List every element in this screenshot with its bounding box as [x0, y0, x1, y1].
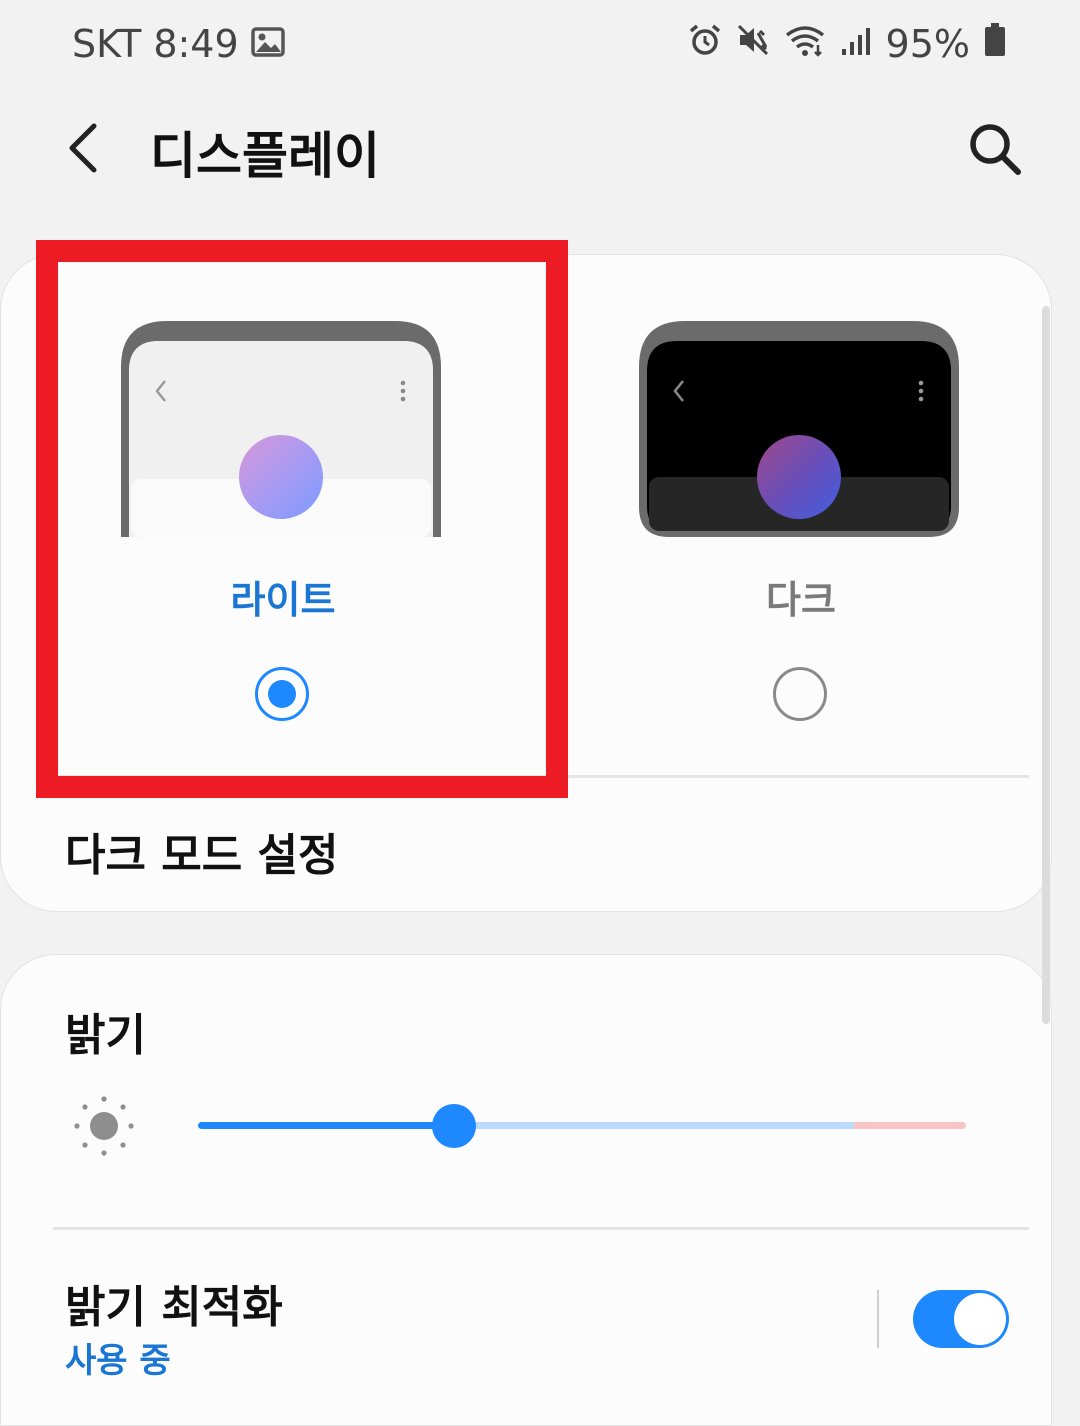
- clock: 8:49: [153, 22, 239, 66]
- brightness-slider-thumb[interactable]: [432, 1104, 476, 1148]
- dark-mode-label: 다크: [766, 578, 836, 622]
- brightness-sun-icon: [74, 1096, 134, 1156]
- page-title: 디스플레이: [150, 127, 380, 185]
- dark-mode-radio[interactable]: [773, 667, 827, 721]
- image-icon: [250, 22, 285, 66]
- wifi-icon: [784, 22, 826, 66]
- dark-mode-option[interactable]: 다크: [541, 255, 1061, 775]
- battery-icon: [984, 22, 1006, 66]
- carrier-label: SKT: [72, 22, 142, 66]
- status-bar: SKT 8:49 95%: [0, 0, 1080, 92]
- adaptive-brightness-label[interactable]: 밝기 최적화: [65, 1271, 283, 1335]
- brightness-slider-filled[interactable]: [198, 1122, 454, 1129]
- card-divider: [53, 1227, 1029, 1230]
- back-arrow-icon: [69, 123, 97, 173]
- brightness-label: 밝기: [65, 1010, 146, 1061]
- dark-phone-preview: [639, 321, 959, 537]
- app-header: 디스플레이: [0, 100, 1080, 210]
- brightness-card: 밝기 밝기 최적화 사용 중: [0, 954, 1052, 1426]
- search-button[interactable]: [964, 118, 1024, 178]
- adaptive-brightness-toggle[interactable]: [913, 1290, 1009, 1348]
- back-button[interactable]: [58, 118, 118, 178]
- adaptive-brightness-status: 사용 중: [65, 1341, 171, 1381]
- selection-highlight-box: [36, 240, 568, 798]
- brightness-slider-extra-zone[interactable]: [854, 1122, 966, 1129]
- status-left: SKT 8:49: [72, 22, 285, 66]
- search-icon: [970, 124, 1021, 175]
- toggle-knob: [954, 1293, 1006, 1345]
- signal-icon: [840, 22, 872, 66]
- vibrate-mute-icon: [736, 22, 770, 66]
- alarm-icon: [688, 22, 722, 66]
- battery-percent: 95%: [885, 22, 970, 66]
- toggle-separator: [877, 1290, 879, 1348]
- scrollbar[interactable]: [1042, 306, 1050, 1024]
- status-right: 95%: [688, 22, 1006, 66]
- dark-mode-settings-item[interactable]: 다크 모드 설정: [65, 819, 339, 883]
- brightness-slider-track[interactable]: [454, 1122, 854, 1129]
